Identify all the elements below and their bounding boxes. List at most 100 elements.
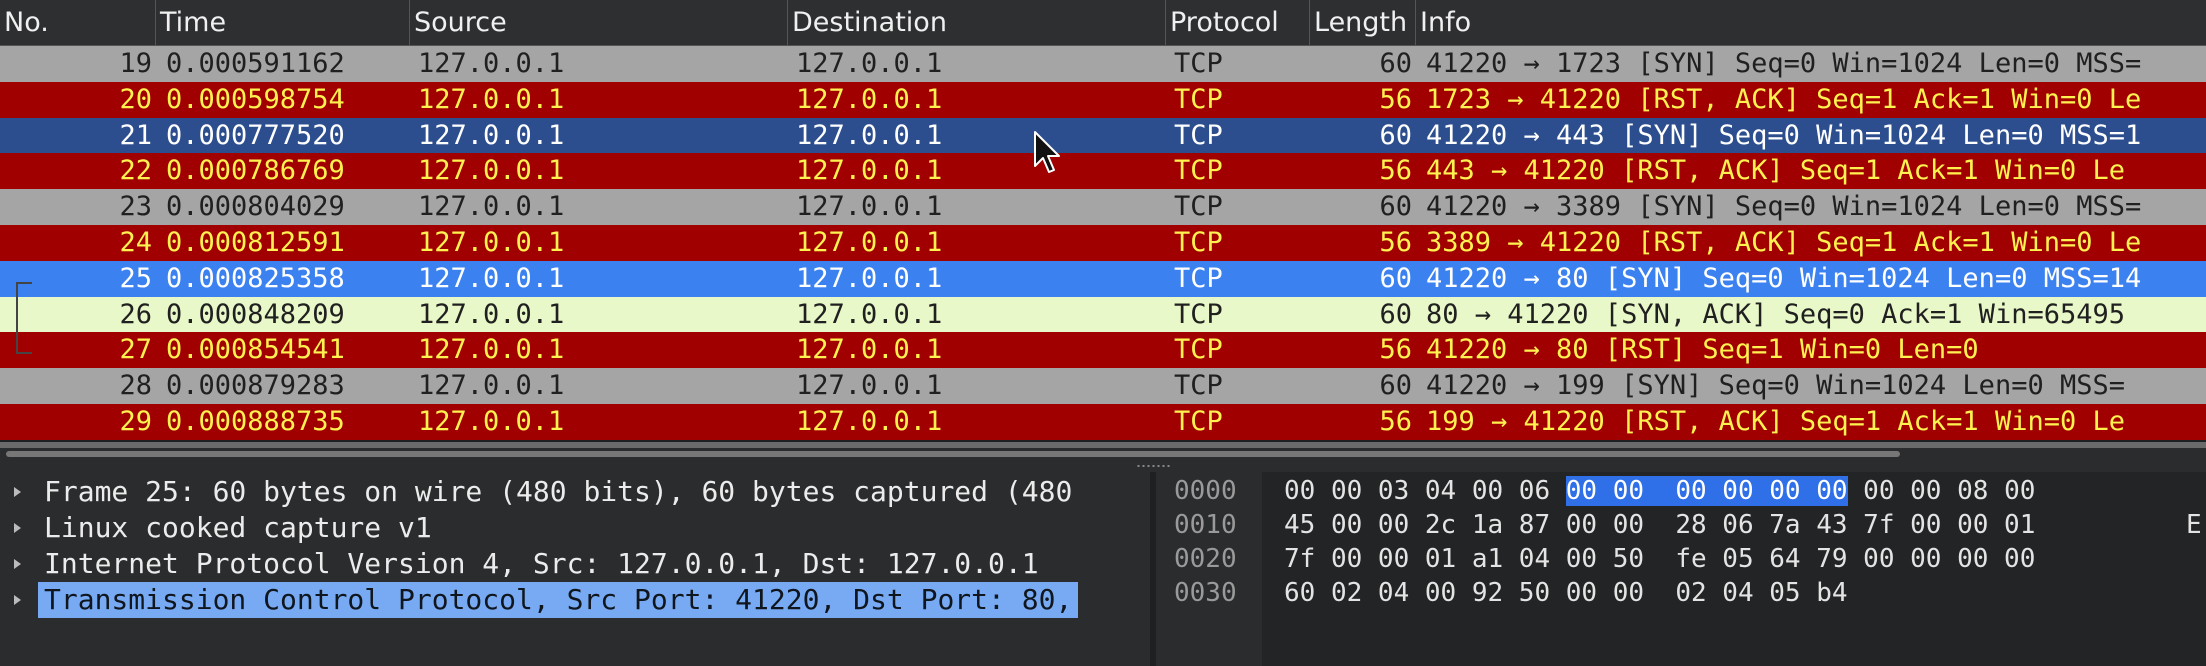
detail-tree-item[interactable]: Internet Protocol Version 4, Src: 127.0.… (0, 546, 1150, 582)
packet-row[interactable]: 29 0.000888735 127.0.0.1 127.0.0.1 TCP 56 199 … (0, 404, 2206, 440)
packet-source: 127.0.0.1 (418, 262, 565, 294)
hex-row: 0030 60 02 04 00 92 50 00 00 02 04 05 b4 (1156, 576, 2206, 610)
column-header-source[interactable]: Source (410, 0, 788, 45)
packet-time: 0.000591162 (166, 48, 345, 79)
packet-protocol: TCP (1174, 191, 1223, 223)
packet-length: 56 (1379, 406, 1412, 437)
packet-source: 127.0.0.1 (418, 406, 565, 437)
packet-length: 60 (1379, 48, 1412, 79)
column-header-protocol[interactable]: Protocol (1166, 0, 1310, 45)
packet-length: 56 (1379, 227, 1412, 258)
packet-time: 0.000777520 (166, 119, 345, 151)
column-header-time-label: Time (160, 7, 227, 38)
hex-offset: 0000 (1174, 476, 1237, 506)
hex-bytes-plain: 60 02 04 00 92 50 00 00 02 04 05 b4 (1284, 578, 1848, 608)
packet-length: 56 (1379, 83, 1412, 115)
packet-row[interactable]: 23 0.000804029 127.0.0.1 127.0.0.1 TCP 60 4122… (0, 189, 2206, 226)
hex-bytes-plain: 7f 00 00 01 a1 04 00 50 fe 05 64 79 00 0… (1284, 544, 2036, 574)
packet-source: 127.0.0.1 (418, 48, 565, 79)
packet-destination: 127.0.0.1 (796, 119, 943, 151)
packet-destination: 127.0.0.1 (796, 262, 943, 294)
expand-triangle-icon[interactable] (14, 559, 21, 569)
packet-source: 127.0.0.1 (418, 370, 565, 402)
packet-time: 0.000804029 (166, 191, 345, 223)
packet-destination: 127.0.0.1 (796, 298, 943, 330)
packet-destination: 127.0.0.1 (796, 406, 943, 437)
packet-row[interactable]: 27 0.000854541 127.0.0.1 127.0.0.1 TCP 56 4122… (0, 332, 2206, 369)
column-header-no[interactable]: No. (0, 0, 156, 45)
conversation-bracket (16, 282, 32, 354)
packet-details-pane[interactable]: Frame 25: 60 bytes on wire (480 bits), 6… (0, 472, 1150, 666)
packet-length: 60 (1379, 370, 1412, 402)
column-header-source-label: Source (414, 7, 507, 38)
packet-protocol: TCP (1174, 262, 1223, 294)
column-header-length[interactable]: Length (1310, 0, 1416, 45)
packet-info: 41220 → 80 [SYN] Seq=0 Win=1024 Len=0 MS… (1426, 262, 2142, 294)
packet-row[interactable]: 26 0.000848209 127.0.0.1 127.0.0.1 TCP 60 80 →… (0, 296, 2206, 333)
packet-row[interactable]: 25 0.000825358 127.0.0.1 127.0.0.1 TCP 60 4122… (0, 260, 2206, 297)
packet-length: 60 (1379, 191, 1412, 223)
column-header-info[interactable]: Info (1416, 0, 2206, 45)
packet-info: 41220 → 3389 [SYN] Seq=0 Win=1024 Len=0 … (1426, 191, 2142, 223)
packet-time: 0.000598754 (166, 83, 345, 115)
packet-time: 0.000854541 (166, 334, 345, 366)
hex-bytes-plain: 00 00 03 04 00 06 (1284, 476, 1566, 506)
packet-number: 29 (119, 406, 152, 437)
hex-row: 0010 45 00 00 2c 1a 87 00 00 28 06 7a 43 … (1156, 508, 2206, 542)
hex-offset: 0010 (1174, 510, 1237, 540)
packet-protocol: TCP (1174, 298, 1223, 330)
expand-triangle-icon[interactable] (14, 595, 21, 605)
packet-list[interactable]: No. Time Source Destination Protocol Len… (0, 0, 2206, 448)
hex-row: 0000 00 00 03 04 00 06 00 00 00 00 00 00 … (1156, 474, 2206, 508)
packet-destination: 127.0.0.1 (796, 334, 943, 366)
packet-info: 199 → 41220 [RST, ACK] Seq=1 Ack=1 Win=0… (1426, 406, 2125, 437)
packet-destination: 127.0.0.1 (796, 83, 943, 115)
packet-number: 23 (119, 191, 152, 223)
hex-bytes[interactable]: 60 02 04 00 92 50 00 00 02 04 05 b4 (1284, 576, 1848, 610)
pane-splitter[interactable] (0, 460, 2206, 472)
packet-row[interactable]: 28 0.000879283 127.0.0.1 127.0.0.1 TCP 60 4122… (0, 368, 2206, 405)
packet-protocol: TCP (1174, 155, 1223, 187)
column-header-destination-label: Destination (792, 7, 947, 38)
expand-triangle-icon[interactable] (14, 487, 21, 497)
hex-bytes[interactable]: 00 00 03 04 00 06 00 00 00 00 00 00 00 0… (1284, 474, 2035, 508)
detail-tree-item[interactable]: Frame 25: 60 bytes on wire (480 bits), 6… (0, 474, 1150, 510)
column-header-time[interactable]: Time (156, 0, 410, 45)
detail-tree-label: Internet Protocol Version 4, Src: 127.0.… (44, 547, 1039, 580)
packet-source: 127.0.0.1 (418, 191, 565, 223)
packet-destination: 127.0.0.1 (796, 48, 943, 79)
packet-number: 22 (119, 155, 152, 187)
detail-tree-item[interactable]: Linux cooked capture v1 (0, 510, 1150, 546)
detail-tree-label: Linux cooked capture v1 (44, 511, 432, 544)
packet-info: 41220 → 443 [SYN] Seq=0 Win=1024 Len=0 M… (1426, 119, 2142, 151)
packet-row[interactable]: 19 0.000591162 127.0.0.1 127.0.0.1 TCP 60 4122… (0, 46, 2206, 82)
packet-list-header: No. Time Source Destination Protocol Len… (0, 0, 2206, 46)
packet-destination: 127.0.0.1 (796, 155, 943, 187)
hex-offset: 0030 (1174, 578, 1237, 608)
hex-bytes-selected: 00 00 00 00 00 00 (1565, 476, 1848, 506)
hex-bytes[interactable]: 45 00 00 2c 1a 87 00 00 28 06 7a 43 7f 0… (1284, 508, 2035, 542)
packet-length: 60 (1379, 119, 1412, 151)
packet-row[interactable]: 24 0.000812591 127.0.0.1 127.0.0.1 TCP 56 3389… (0, 225, 2206, 261)
packet-info: 3389 → 41220 [RST, ACK] Seq=1 Ack=1 Win=… (1426, 227, 2142, 258)
packet-info: 41220 → 1723 [SYN] Seq=0 Win=1024 Len=0 … (1426, 48, 2142, 79)
packet-list-horizontal-scrollbar[interactable] (0, 448, 2206, 460)
packet-info: 41220 → 199 [SYN] Seq=0 Win=1024 Len=0 M… (1426, 370, 2125, 402)
packet-row[interactable]: 22 0.000786769 127.0.0.1 127.0.0.1 TCP 56 443 … (0, 153, 2206, 190)
packet-destination: 127.0.0.1 (796, 191, 943, 223)
hex-offset: 0020 (1174, 544, 1237, 574)
column-header-length-label: Length (1314, 7, 1408, 38)
detail-tree-item[interactable]: Transmission Control Protocol, Src Port:… (0, 582, 1150, 618)
scrollbar-thumb[interactable] (6, 451, 1900, 457)
packet-time: 0.000812591 (166, 227, 345, 258)
packet-row[interactable]: 20 0.000598754 127.0.0.1 127.0.0.1 TCP 56 1723… (0, 81, 2206, 118)
packet-protocol: TCP (1174, 83, 1223, 115)
column-header-destination[interactable]: Destination (788, 0, 1166, 45)
detail-tree-label: Transmission Control Protocol, Src Port:… (38, 582, 1079, 618)
packet-info: 443 → 41220 [RST, ACK] Seq=1 Ack=1 Win=0… (1426, 155, 2125, 187)
packet-row[interactable]: 21 0.000777520 127.0.0.1 127.0.0.1 TCP 60 4122… (0, 117, 2206, 154)
packet-length: 56 (1379, 334, 1412, 366)
packet-bytes-pane[interactable]: 0000 00 00 03 04 00 06 00 00 00 00 00 00 … (1156, 472, 2206, 666)
hex-bytes[interactable]: 7f 00 00 01 a1 04 00 50 fe 05 64 79 00 0… (1284, 542, 2035, 576)
expand-triangle-icon[interactable] (14, 523, 21, 533)
